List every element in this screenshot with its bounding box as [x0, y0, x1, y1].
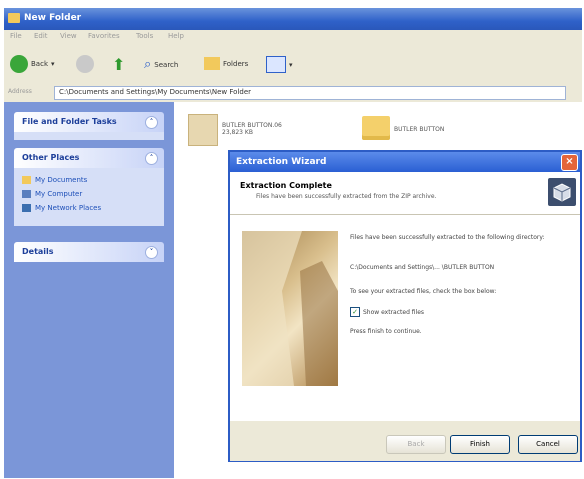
- cancel-button[interactable]: Cancel: [518, 435, 578, 454]
- menu-file[interactable]: File: [10, 32, 22, 40]
- folders-icon: [204, 57, 220, 70]
- documents-icon: [22, 176, 31, 184]
- folder-icon: [362, 116, 390, 140]
- chevron-down-icon: ▾: [51, 60, 55, 68]
- forward-arrow-icon: [76, 55, 94, 73]
- computer-icon: [22, 190, 31, 198]
- folder-name: BUTLER BUTTON: [394, 126, 445, 133]
- finish-instructions: Press finish to continue.: [350, 328, 422, 335]
- search-icon: ⌕: [144, 57, 152, 72]
- menu-bar: File Edit View Favorites Tools Help: [4, 30, 582, 44]
- title-bar[interactable]: New Folder: [4, 8, 582, 30]
- close-icon[interactable]: ×: [561, 154, 578, 171]
- collapse-icon[interactable]: ˄: [145, 152, 158, 165]
- extracted-path: C:\Documents and Settings\... \BUTLER BU…: [350, 264, 495, 271]
- place-my-computer[interactable]: My Computer: [22, 190, 82, 198]
- network-icon: [22, 204, 31, 212]
- menu-help[interactable]: Help: [168, 32, 184, 40]
- dialog-footer: Back Finish Cancel: [230, 420, 580, 461]
- zip-file-item[interactable]: BUTLER BUTTON.06 23,823 KB: [188, 114, 282, 146]
- dialog-title-bar[interactable]: Extraction Wizard ×: [230, 152, 580, 172]
- up-arrow-icon: ⬆: [112, 55, 126, 74]
- details-header[interactable]: Details ˅: [14, 242, 164, 262]
- toolbar: Back ▾ ⬆ ⌕ Search Folders ▾: [4, 44, 582, 85]
- finish-button[interactable]: Finish: [450, 435, 510, 454]
- zip-wizard-icon: [548, 178, 576, 206]
- dialog-header: Extraction Complete Files have been succ…: [230, 172, 580, 215]
- zip-archive-icon: [188, 114, 218, 146]
- dialog-title: Extraction Wizard: [236, 157, 327, 167]
- up-folder-button[interactable]: ⬆: [112, 55, 125, 74]
- menu-edit[interactable]: Edit: [34, 32, 48, 40]
- folders-button[interactable]: Folders: [204, 57, 248, 70]
- menu-view[interactable]: View: [60, 32, 77, 40]
- address-label: Address: [8, 88, 32, 95]
- forward-button[interactable]: [76, 55, 94, 73]
- back-arrow-icon: [10, 55, 28, 73]
- file-size: 23,823 KB: [222, 129, 253, 136]
- success-message: Files have been successfully extracted t…: [350, 234, 545, 241]
- window-title: New Folder: [24, 13, 82, 23]
- address-bar: Address C:\Documents and Settings\My Doc…: [4, 84, 582, 103]
- task-pane: File and Folder Tasks ˄ Other Places ˄ M…: [4, 102, 174, 478]
- dialog-body: Files have been successfully extracted t…: [230, 215, 580, 420]
- wizard-heading: Extraction Complete: [240, 181, 332, 190]
- views-icon: [266, 56, 286, 73]
- folder-icon: [8, 13, 20, 23]
- other-places-body: My Documents My Computer My Network Plac…: [14, 168, 164, 226]
- checkbox-checked-icon[interactable]: ✓: [350, 307, 360, 317]
- menu-favorites[interactable]: Favorites: [88, 32, 120, 40]
- other-places-header[interactable]: Other Places ˄: [14, 148, 164, 168]
- back-button[interactable]: Back: [386, 435, 446, 454]
- expand-icon[interactable]: ˅: [145, 246, 158, 259]
- checkbox-label: Show extracted files: [363, 308, 425, 316]
- back-button[interactable]: Back ▾: [10, 55, 55, 73]
- place-my-documents[interactable]: My Documents: [22, 176, 87, 184]
- folder-item[interactable]: BUTLER BUTTON: [362, 116, 444, 140]
- file-folder-tasks-header[interactable]: File and Folder Tasks ˄: [14, 112, 164, 132]
- search-button[interactable]: ⌕ Search: [144, 57, 178, 72]
- place-my-network-places[interactable]: My Network Places: [22, 204, 101, 212]
- show-extracted-files-checkbox[interactable]: ✓ Show extracted files: [350, 307, 424, 317]
- wizard-side-image: [242, 231, 338, 386]
- menu-tools[interactable]: Tools: [136, 32, 153, 40]
- file-folder-tasks-body: [14, 132, 164, 140]
- check-instructions: To see your extracted files, check the b…: [350, 288, 497, 295]
- chevron-down-icon: ▾: [289, 60, 293, 69]
- wizard-subheading: Files have been successfully extracted f…: [256, 193, 437, 200]
- extraction-wizard-dialog: Extraction Wizard × Extraction Complete …: [228, 150, 582, 462]
- collapse-icon[interactable]: ˄: [145, 116, 158, 129]
- views-button[interactable]: ▾: [266, 56, 293, 73]
- address-input[interactable]: C:\Documents and Settings\My Documents\N…: [54, 86, 566, 100]
- file-name: BUTLER BUTTON.06: [222, 122, 282, 129]
